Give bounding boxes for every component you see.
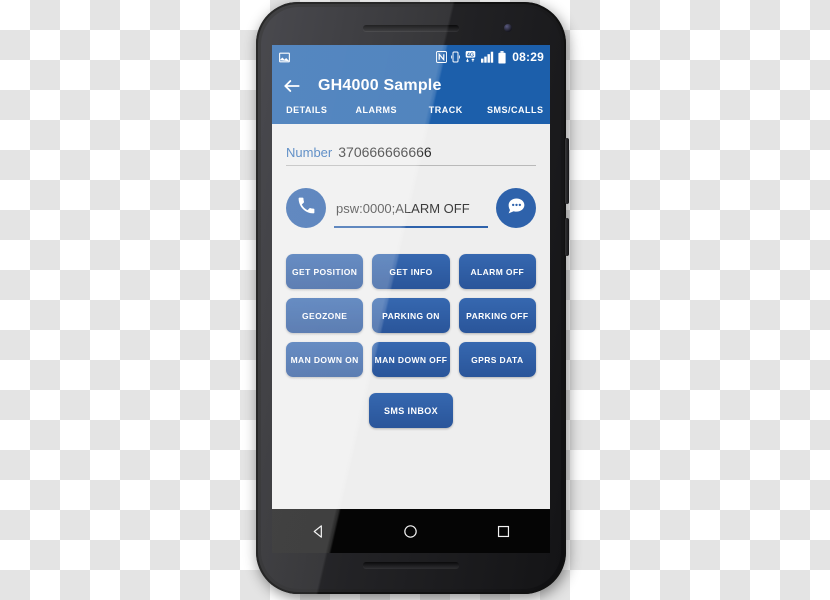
front-camera-icon — [504, 24, 512, 32]
alarm-off-button[interactable]: ALARM OFF — [458, 254, 536, 289]
parking-off-button[interactable]: PARKING OFF — [458, 298, 536, 333]
svg-text:4G: 4G — [467, 52, 474, 58]
call-button[interactable] — [286, 188, 326, 228]
send-sms-button[interactable] — [496, 188, 536, 228]
number-field-row[interactable]: Number 370666666666 — [286, 144, 536, 166]
status-bar: 4G 08:29 — [272, 45, 550, 69]
bottom-speaker-grille — [363, 562, 459, 568]
status-bar-clock: 08:29 — [512, 50, 544, 64]
phone-screen: 4G 08:29 GH4000 Sample DETAILS ALARMS TR… — [272, 45, 550, 553]
nav-home-icon[interactable] — [402, 523, 419, 540]
tab-sms-calls[interactable]: SMS/CALLS — [481, 105, 551, 115]
command-input-wrapper[interactable]: psw:0000;ALARM OFF — [334, 198, 488, 228]
command-button-row: GEOZONE PARKING ON PARKING OFF — [286, 298, 536, 333]
vibrate-icon — [451, 51, 461, 63]
4g-data-icon: 4G — [464, 51, 477, 63]
image-icon — [278, 51, 291, 64]
tab-track[interactable]: TRACK — [411, 105, 481, 115]
command-button-grid: GET POSITION GET INFO ALARM OFF GEOZONE … — [286, 254, 536, 377]
message-dots-icon — [506, 195, 527, 221]
man-down-on-button[interactable]: MAN DOWN ON — [286, 342, 364, 377]
tab-bar: DETAILS ALARMS TRACK SMS/CALLS — [272, 105, 550, 124]
get-position-button[interactable]: GET POSITION — [286, 254, 364, 289]
back-arrow-icon[interactable] — [282, 76, 302, 96]
battery-icon — [498, 50, 506, 64]
status-bar-right: 4G 08:29 — [436, 50, 544, 64]
command-button-row: GET POSITION GET INFO ALARM OFF — [286, 254, 536, 289]
app-bar: GH4000 Sample — [272, 69, 550, 105]
nav-recents-icon[interactable] — [495, 523, 512, 540]
number-input[interactable]: 370666666666 — [338, 144, 431, 160]
phone-icon — [296, 195, 317, 221]
signal-bars-icon — [481, 51, 494, 63]
sms-inbox-row: SMS INBOX — [286, 393, 536, 428]
nav-back-icon[interactable] — [310, 523, 327, 540]
gprs-data-button[interactable]: GPRS DATA — [458, 342, 536, 377]
content-area: Number 370666666666 psw:0000;ALARM OFF G… — [272, 144, 550, 553]
man-down-off-button[interactable]: MAN DOWN OFF — [372, 342, 450, 377]
earpiece-speaker — [363, 25, 459, 31]
nfc-icon — [436, 51, 448, 63]
sms-inbox-button[interactable]: SMS INBOX — [369, 393, 453, 428]
android-navigation-bar — [272, 509, 550, 553]
volume-button[interactable] — [565, 218, 569, 256]
parking-on-button[interactable]: PARKING ON — [372, 298, 450, 333]
page-title: GH4000 Sample — [318, 77, 442, 94]
tab-details[interactable]: DETAILS — [272, 105, 342, 115]
number-label: Number — [286, 145, 333, 160]
status-bar-left — [278, 51, 436, 64]
geozone-button[interactable]: GEOZONE — [286, 298, 364, 333]
get-info-button[interactable]: GET INFO — [372, 254, 450, 289]
command-row: psw:0000;ALARM OFF — [286, 188, 536, 228]
command-button-row: MAN DOWN ON MAN DOWN OFF GPRS DATA — [286, 342, 536, 377]
tab-alarms[interactable]: ALARMS — [342, 105, 412, 115]
phone-device-frame: 4G 08:29 GH4000 Sample DETAILS ALARMS TR… — [256, 2, 569, 594]
power-button[interactable] — [565, 138, 569, 204]
command-input[interactable]: psw:0000;ALARM OFF — [336, 201, 470, 216]
